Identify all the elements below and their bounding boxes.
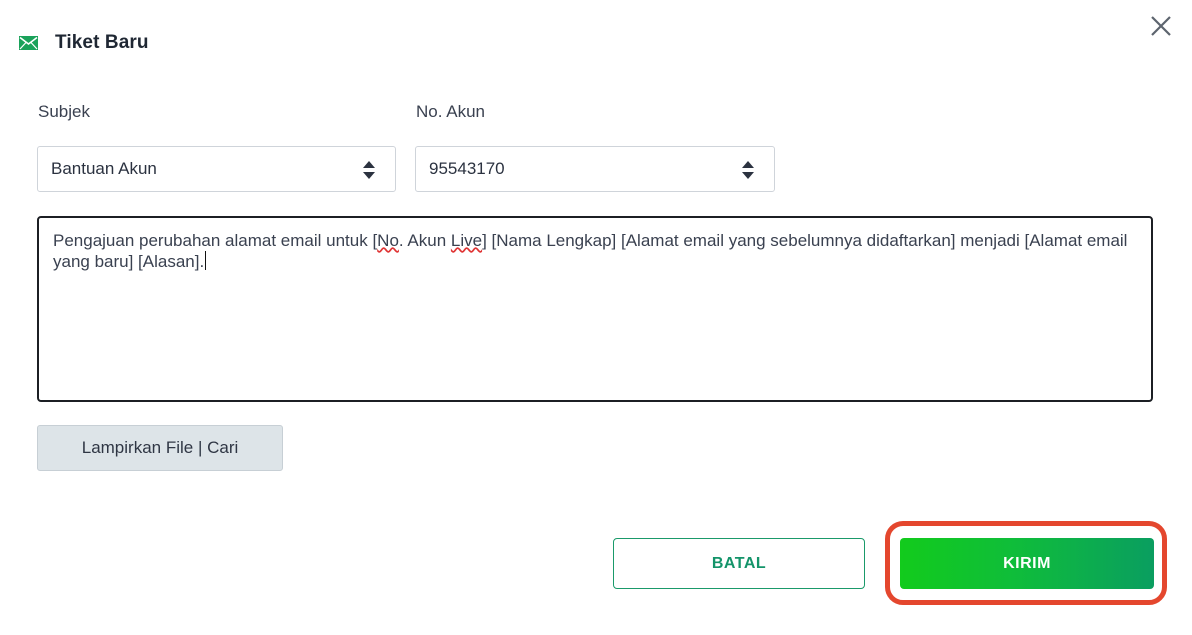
subject-select-value: Bantuan Akun: [51, 159, 157, 178]
text-caret: [205, 251, 207, 270]
submit-button[interactable]: KIRIM: [900, 538, 1154, 589]
account-number-label: No. Akun: [416, 102, 485, 121]
dialog-header: Tiket Baru: [19, 30, 149, 56]
message-textarea[interactable]: Pengajuan perubahan alamat email untuk […: [37, 216, 1153, 402]
sort-arrows-icon: [741, 160, 755, 180]
account-number-select[interactable]: 95543170: [415, 146, 775, 192]
sort-arrows-icon: [362, 160, 376, 180]
subject-select[interactable]: Bantuan Akun: [37, 146, 396, 192]
dialog-title: Tiket Baru: [55, 32, 149, 53]
new-ticket-dialog: Tiket Baru Subjek No. Akun Bantuan Akun …: [0, 0, 1192, 635]
attach-file-button[interactable]: Lampirkan File | Cari: [37, 425, 283, 471]
close-button[interactable]: [1148, 15, 1174, 41]
subject-label: Subjek: [38, 102, 90, 121]
cancel-button[interactable]: BATAL: [613, 538, 865, 589]
account-number-select-value: 95543170: [429, 159, 505, 178]
close-icon: [1150, 15, 1172, 42]
mail-icon: [19, 36, 38, 50]
